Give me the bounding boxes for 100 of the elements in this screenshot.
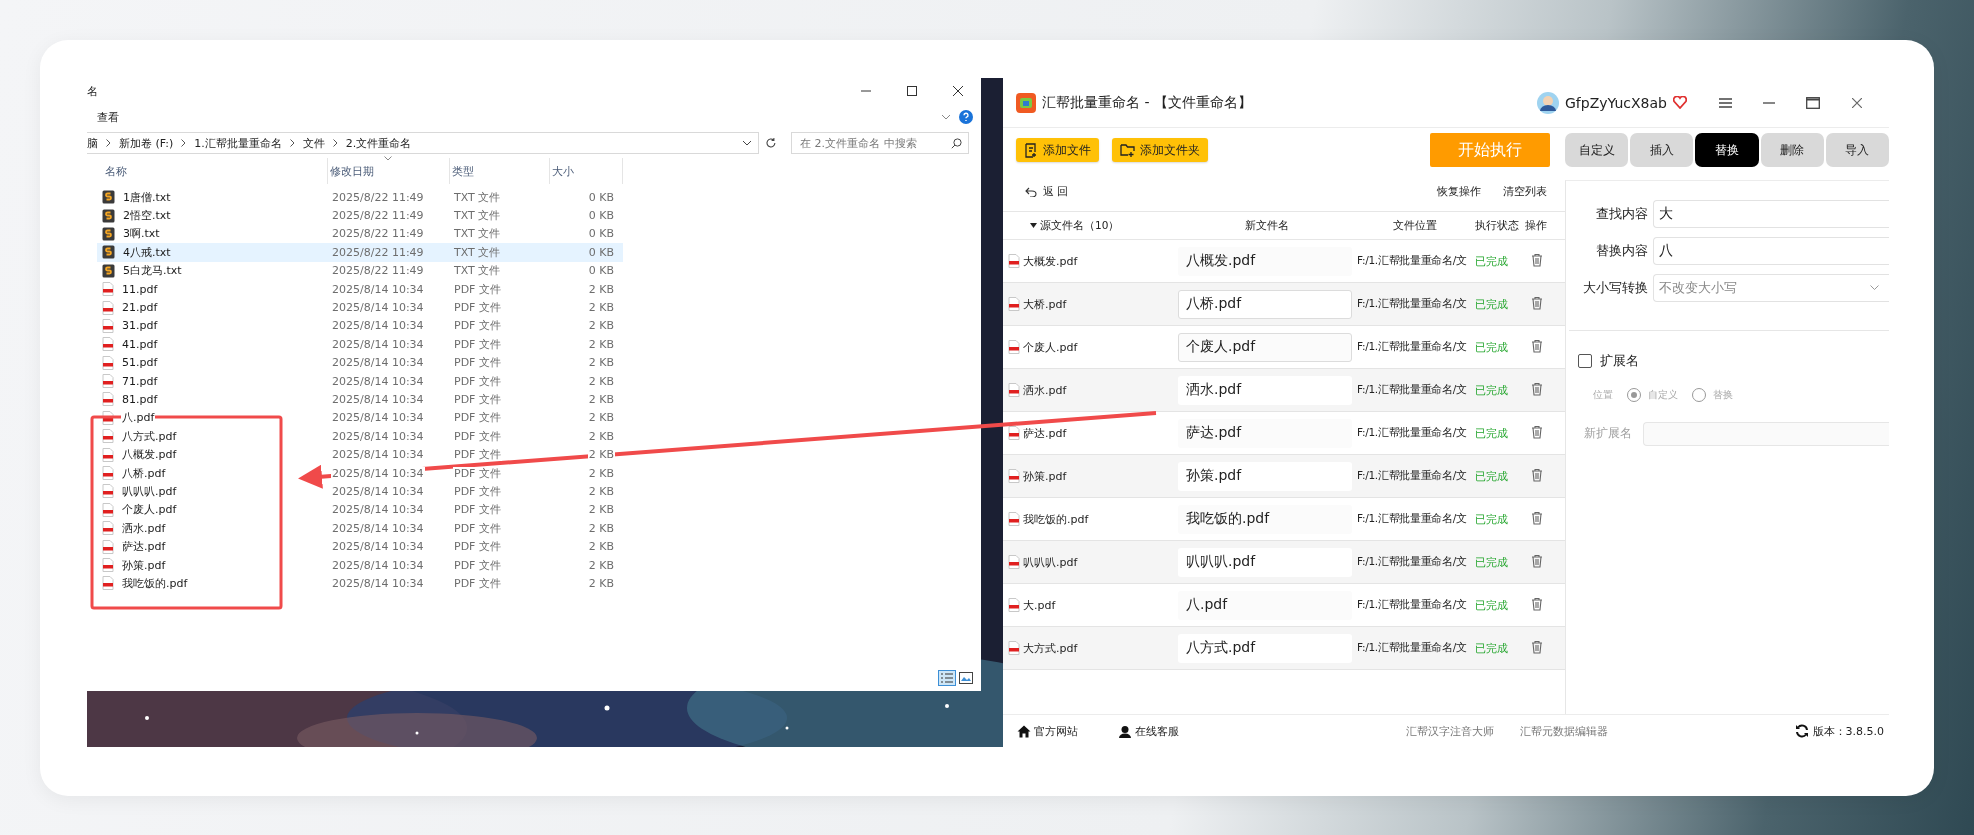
pdf-file-icon [1008, 469, 1020, 483]
file-row[interactable]: 孙策.pdf 孙策.pdf F:/1.汇帮批量重命名/文 已完成 [1003, 455, 1565, 498]
app-logo-icon [1016, 92, 1036, 113]
file-row[interactable]: 八.pdf 2025/8/14 10:34 PDF 文件 2 KB [97, 408, 623, 428]
column-header[interactable]: 文件位置 [1393, 218, 1437, 233]
file-row[interactable]: 八桥.pdf 2025/8/14 10:34 PDF 文件 2 KB [97, 463, 623, 483]
delete-button[interactable] [1531, 253, 1545, 269]
file-row[interactable]: 洒水.pdf 洒水.pdf F:/1.汇帮批量重命名/文 已完成 [1003, 369, 1565, 412]
footer-link[interactable]: 官方网站 [1017, 723, 1078, 739]
mode-tab[interactable]: 自定义 [1565, 133, 1629, 167]
file-row[interactable]: 大方式.pdf 八方式.pdf F:/1.汇帮批量重命名/文 已完成 [1003, 627, 1565, 670]
delete-button[interactable] [1531, 296, 1545, 312]
file-row[interactable]: 洒水.pdf 2025/8/14 10:34 PDF 文件 2 KB [97, 519, 623, 538]
file-row[interactable]: 孙策.pdf 2025/8/14 10:34 PDF 文件 2 KB [97, 555, 623, 575]
action-link[interactable]: 恢复操作 [1437, 184, 1481, 199]
file-row[interactable]: 71.pdf 2025/8/14 10:34 PDF 文件 2 KB [97, 371, 623, 391]
column-header[interactable]: 新文件名 [1244, 218, 1289, 233]
footer-link[interactable]: 在线客服 [1118, 723, 1179, 739]
column-header[interactable]: 操作 [1525, 218, 1547, 233]
file-row[interactable]: 八方式.pdf 2025/8/14 10:34 PDF 文件 2 KB [97, 427, 623, 446]
file-row[interactable]: 1唐僧.txt 2025/8/22 11:49 TXT 文件 0 KB [97, 188, 623, 207]
new-name-field[interactable]: 萨达.pdf [1178, 418, 1352, 448]
delete-button[interactable] [1531, 640, 1545, 656]
file-row[interactable]: 叭叭叭.pdf 叭叭叭.pdf F:/1.汇帮批量重命名/文 已完成 [1003, 541, 1565, 584]
help-icon[interactable] [959, 110, 973, 124]
column-header[interactable]: 类型 [452, 163, 474, 179]
file-size: 2 KB [587, 429, 615, 443]
file-row[interactable]: 3啊.txt 2025/8/22 11:49 TXT 文件 0 KB [97, 224, 623, 244]
new-name-field[interactable]: 八概发.pdf [1178, 246, 1352, 276]
file-row[interactable]: 个废人.pdf 2025/8/14 10:34 PDF 文件 2 KB [97, 500, 623, 520]
back-link[interactable]: 返 回 [1025, 184, 1069, 199]
address-bar[interactable]: 脑 新加卷 (F:) 1.汇帮批量重命名 文件 2.文件重命名 [87, 132, 760, 154]
ribbon-tab[interactable]: 查看 [97, 109, 941, 125]
search-field[interactable]: 在 2.文件重命名 中搜索 [791, 132, 969, 154]
delete-button[interactable] [1531, 468, 1545, 484]
action-link[interactable]: 清空列表 [1503, 184, 1547, 199]
thumbnail-view-icon[interactable] [959, 672, 973, 684]
column-header[interactable]: 修改日期 [330, 163, 374, 179]
product-link[interactable]: 汇帮元数据编辑器 [1519, 723, 1608, 739]
pdf-file-icon [102, 429, 114, 444]
new-name-field[interactable]: 个废人.pdf [1178, 332, 1352, 362]
status-text: 已完成 [1475, 554, 1509, 570]
file-name: 4八戒.txt [122, 245, 172, 259]
user-name[interactable]: GfpZyYucX8ab [1564, 94, 1667, 111]
new-name-field[interactable]: 孙策.pdf [1178, 461, 1352, 491]
chevron-down-icon [1870, 285, 1879, 290]
file-row[interactable]: 4八戒.txt 2025/8/22 11:49 TXT 文件 0 KB [97, 243, 623, 262]
find-field[interactable]: 大 [1653, 199, 1889, 228]
file-row[interactable]: 5白龙马.txt 2025/8/22 11:49 TXT 文件 0 KB [97, 261, 623, 280]
file-size: 2 KB [587, 448, 615, 462]
file-row[interactable]: 21.pdf 2025/8/14 10:34 PDF 文件 2 KB [97, 298, 623, 317]
file-row[interactable]: 81.pdf 2025/8/14 10:34 PDF 文件 2 KB [97, 390, 623, 409]
new-name-field[interactable]: 我吃饭的.pdf [1178, 504, 1352, 534]
new-name-field[interactable]: 八桥.pdf [1178, 289, 1352, 319]
checkbox[interactable] [1578, 354, 1592, 368]
add-file-button[interactable]: 添加文件 [1016, 138, 1099, 162]
refresh-icon[interactable] [1794, 724, 1809, 738]
file-row[interactable]: 叭叭叭.pdf 2025/8/14 10:34 PDF 文件 2 KB [97, 482, 623, 501]
vip-heart-icon[interactable] [1673, 96, 1687, 109]
delete-button[interactable] [1531, 339, 1545, 355]
new-name-field[interactable]: 八.pdf [1178, 590, 1352, 620]
file-row[interactable]: 2悟空.txt 2025/8/22 11:49 TXT 文件 0 KB [97, 206, 623, 225]
delete-button[interactable] [1531, 425, 1545, 441]
pdf-file-icon [102, 318, 114, 333]
avatar-icon[interactable] [1536, 91, 1559, 114]
replace-field[interactable]: 八 [1653, 236, 1889, 265]
column-header[interactable]: 名称 [105, 163, 127, 179]
file-row[interactable]: 我吃饭的.pdf 2025/8/14 10:34 PDF 文件 2 KB [97, 574, 623, 593]
file-row[interactable]: 31.pdf 2025/8/14 10:34 PDF 文件 2 KB [97, 316, 623, 336]
file-row[interactable]: 萨达.pdf 2025/8/14 10:34 PDF 文件 2 KB [97, 537, 623, 556]
file-row[interactable]: 51.pdf 2025/8/14 10:34 PDF 文件 2 KB [97, 353, 623, 372]
add-folder-button[interactable]: 添加文件夹 [1112, 138, 1208, 162]
file-row[interactable]: 41.pdf 2025/8/14 10:34 PDF 文件 2 KB [97, 335, 623, 354]
delete-button[interactable] [1531, 511, 1545, 527]
column-header[interactable]: 执行状态 [1475, 218, 1519, 233]
file-row[interactable]: 大桥.pdf 八桥.pdf F:/1.汇帮批量重命名/文 已完成 [1003, 283, 1565, 326]
column-header[interactable]: 源文件名（10） [1040, 218, 1120, 233]
delete-button[interactable] [1531, 382, 1545, 398]
delete-button[interactable] [1531, 597, 1545, 613]
refresh-icon[interactable] [765, 137, 778, 149]
pdf-file-icon [102, 392, 114, 407]
new-name-field[interactable]: 叭叭叭.pdf [1178, 547, 1352, 577]
mode-tab[interactable]: 删除 [1760, 133, 1824, 167]
mode-tab[interactable]: 替换 [1695, 133, 1759, 167]
column-header[interactable]: 大小 [552, 163, 574, 179]
file-date: 2025/8/22 11:49 [331, 264, 425, 278]
delete-button[interactable] [1531, 554, 1545, 570]
file-size: 2 KB [587, 374, 615, 388]
product-link[interactable]: 汇帮汉字注音大师 [1405, 723, 1494, 739]
file-row[interactable]: 11.pdf 2025/8/14 10:34 PDF 文件 2 KB [97, 279, 623, 299]
case-select[interactable]: 不改变大小写 [1653, 273, 1889, 302]
mode-tab[interactable]: 插入 [1630, 133, 1694, 167]
file-row[interactable]: 八概发.pdf 2025/8/14 10:34 PDF 文件 2 KB [97, 445, 623, 464]
mode-tab[interactable]: 导入 [1825, 133, 1889, 167]
new-name-field[interactable]: 八方式.pdf [1178, 633, 1352, 663]
chevron-down-icon[interactable] [742, 140, 753, 146]
extension-field[interactable] [1643, 421, 1889, 446]
new-name-field[interactable]: 洒水.pdf [1178, 375, 1352, 405]
extension-checkbox[interactable]: 扩展名 [1566, 347, 1889, 375]
file-date: 2025/8/14 10:34 [331, 466, 425, 480]
